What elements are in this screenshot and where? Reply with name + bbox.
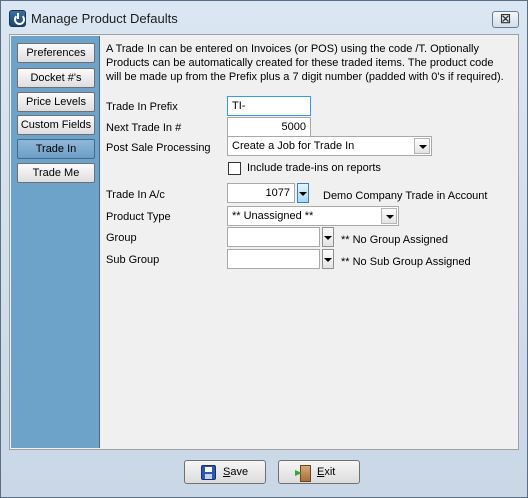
save-button[interactable]: Save [184,460,266,484]
trade-in-ac-description: Demo Company Trade in Account [323,190,488,202]
description-text: A Trade In can be entered on Invoices (o… [106,43,504,83]
product-type-value: ** Unassigned ** [232,210,314,222]
sidebar-item-preferences[interactable]: Preferences [17,43,95,63]
next-trade-in-input[interactable]: 5000 [227,117,311,137]
group-input[interactable] [227,227,320,247]
sidebar-item-trade-in[interactable]: Trade In [17,139,95,159]
exit-icon [295,465,311,482]
sidebar-item-price-levels[interactable]: Price Levels [17,92,95,112]
sub-group-label: Sub Group [106,254,160,266]
sub-group-description: ** No Sub Group Assigned [341,256,471,268]
include-trade-ins-checkbox[interactable] [228,162,241,175]
next-trade-in-label: Next Trade In # [106,122,182,134]
group-label: Group [106,232,137,244]
trade-in-ac-label: Trade In A/c [106,189,165,201]
save-label: Save [223,466,249,478]
trade-in-prefix-input[interactable]: TI- [227,96,311,116]
title-bar: Manage Product Defaults ☒ [1,1,527,35]
group-description: ** No Group Assigned [341,234,449,246]
close-button[interactable]: ☒ [492,11,519,28]
sidebar-item-trade-me[interactable]: Trade Me [17,163,95,183]
window-title: Manage Product Defaults [31,11,178,26]
post-sale-processing-value: Create a Job for Trade In [232,140,355,152]
close-icon: ☒ [500,12,511,26]
sub-group-dropdown[interactable] [322,249,334,269]
post-sale-processing-select[interactable]: Create a Job for Trade In [227,136,432,156]
chevron-down-icon[interactable] [381,208,397,224]
trade-in-ac-dropdown[interactable] [297,183,309,203]
trade-in-ac-input[interactable]: 1077 [227,183,295,203]
save-icon [201,465,216,480]
sidebar-item-custom-fields[interactable]: Custom Fields [17,115,95,135]
product-type-select[interactable]: ** Unassigned ** [227,206,399,226]
product-type-label: Product Type [106,211,171,223]
chevron-down-icon[interactable] [414,138,430,154]
trade-in-panel: A Trade In can be entered on Invoices (o… [106,35,518,449]
exit-button[interactable]: Exit [278,460,360,484]
sub-group-input[interactable] [227,249,320,269]
dialog-client: Preferences Docket #'s Price Levels Cust… [9,34,519,450]
post-sale-processing-label: Post Sale Processing [106,142,211,154]
manage-product-defaults-window: Manage Product Defaults ☒ Preferences Do… [0,0,528,498]
sidebar: Preferences Docket #'s Price Levels Cust… [11,36,100,448]
group-dropdown[interactable] [322,227,334,247]
exit-label: Exit [317,466,336,478]
sidebar-item-docket-numbers[interactable]: Docket #'s [17,68,95,88]
trade-in-prefix-label: Trade In Prefix [106,101,178,113]
include-trade-ins-label: Include trade-ins on reports [247,162,381,174]
app-icon [9,10,26,27]
